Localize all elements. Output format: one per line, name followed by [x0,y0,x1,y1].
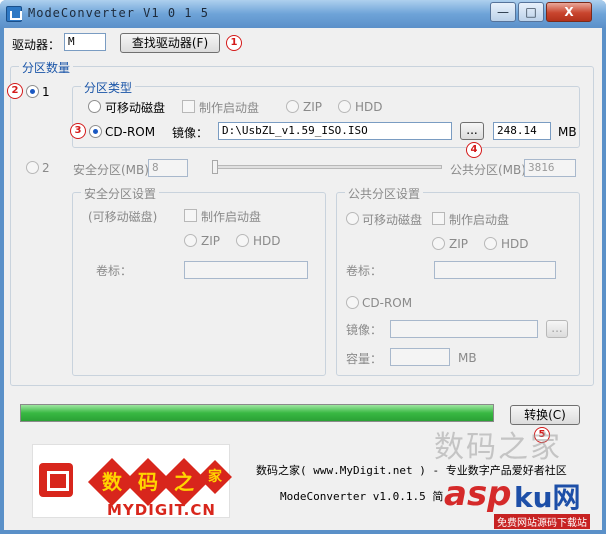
footer-info-line-2: ModeConverter v1.0.1.5 简 [280,490,444,503]
maximize-button[interactable]: □ [518,2,544,22]
removable-disk-radio[interactable] [88,100,101,113]
secure-make-boot-label: 制作启动盘 [201,210,262,224]
callout-badge-3: 3 [70,123,86,139]
convert-progress-bar [20,404,494,422]
public-settings-title: 公共分区设置 [345,185,424,202]
public-make-boot-label: 制作启动盘 [449,213,510,227]
secure-volume-input[interactable] [184,261,308,279]
watermark-subtitle: 免费网站源码下载站 [494,514,590,529]
partition-count-1-label: 1 [42,85,50,99]
public-removable-label: 可移动磁盘 [362,213,423,227]
public-zip-radio[interactable] [432,237,445,250]
public-make-boot-checkbox[interactable] [432,212,445,225]
app-icon [6,6,22,22]
hdd-label: HDD [355,100,383,114]
zip-label: ZIP [303,100,322,114]
public-hdd-radio[interactable] [484,237,497,250]
partition-count-2-label: 2 [42,161,50,175]
public-size-label: 公共分区(MB) [450,163,526,177]
secure-hdd-label: HDD [253,234,281,248]
drive-input[interactable]: M [64,33,106,51]
window-title: ModeConverter V1 0 1 5 [28,6,209,20]
public-removable-radio[interactable] [346,212,359,225]
partition-size-slider-thumb[interactable] [212,160,218,174]
minimize-button[interactable]: — [490,2,516,22]
image-label: 镜像： [172,126,209,140]
callout-badge-1: 1 [226,35,242,51]
public-volume-input[interactable] [434,261,556,279]
public-cdrom-label: CD-ROM [362,296,413,310]
logo-char-3: 之 [159,457,209,507]
secure-zip-label: ZIP [201,234,220,248]
logo-text: MYDIGIT.CN [107,501,216,519]
image-size-input[interactable]: 248.14 [493,122,551,140]
partition-count-1-radio[interactable] [26,85,39,98]
hdd-radio[interactable] [338,100,351,113]
secure-zip-radio[interactable] [184,234,197,247]
logo-char-4: 家 [198,460,232,494]
zip-radio[interactable] [286,100,299,113]
image-size-unit: MB [558,125,577,139]
public-cdrom-radio[interactable] [346,296,359,309]
make-boot-label: 制作启动盘 [199,101,260,115]
make-boot-checkbox[interactable] [182,100,195,113]
watermark-brand-b: ku网 [514,481,581,514]
public-capacity-unit: MB [458,351,477,365]
public-browse-button[interactable]: ... [546,320,568,338]
secure-volume-label: 卷标： [96,264,133,278]
image-path-input[interactable]: D:\UsbZL_v1.59_ISO.ISO [218,122,452,140]
public-size-input[interactable]: 3816 [524,159,576,177]
public-capacity-label: 容量： [346,352,383,366]
drive-label: 驱动器： [12,38,61,52]
callout-badge-4: 4 [466,142,482,158]
convert-progress-fill [21,405,493,421]
secure-removable-label: (可移动磁盘) [88,210,158,224]
secure-settings-title: 安全分区设置 [81,185,160,202]
find-drive-button[interactable]: 查找驱动器(F) [120,33,220,53]
partition-size-slider[interactable] [212,165,442,169]
callout-badge-2: 2 [7,83,23,99]
public-zip-label: ZIP [449,237,468,251]
close-button[interactable]: X [546,2,592,22]
cdrom-label: CD-ROM [105,125,156,139]
browse-image-button[interactable]: ... [460,122,484,140]
secure-hdd-radio[interactable] [236,234,249,247]
public-hdd-label: HDD [501,237,529,251]
app-window: ModeConverter V1 0 1 5 — □ X 驱动器： M 查找驱动… [0,0,606,534]
cdrom-radio[interactable] [89,125,102,138]
public-image-label: 镜像： [346,323,383,337]
mydigit-logo: 数 码 之 家 MYDIGIT.CN [32,444,232,519]
secure-size-input[interactable]: 8 [148,159,188,177]
secure-make-boot-checkbox[interactable] [184,209,197,222]
client-area: 驱动器： M 查找驱动器(F) 1 分区数量 2 1 分区类型 可移动磁盘 制作… [4,28,602,530]
public-image-input[interactable] [390,320,538,338]
partition-count-2-radio[interactable] [26,161,39,174]
removable-disk-label: 可移动磁盘 [105,101,166,115]
watermark-brand-a: asp [444,474,512,514]
public-capacity-input[interactable] [390,348,450,366]
title-bar[interactable]: ModeConverter V1 0 1 5 — □ X [0,0,606,28]
logo-house-icon [39,463,73,497]
partition-count-title: 分区数量 [19,59,74,76]
secure-size-label: 安全分区(MB) [73,163,149,177]
public-volume-label: 卷标： [346,264,383,278]
partition-type-title: 分区类型 [81,79,136,96]
watermark-text: 数码之家 [434,430,562,465]
